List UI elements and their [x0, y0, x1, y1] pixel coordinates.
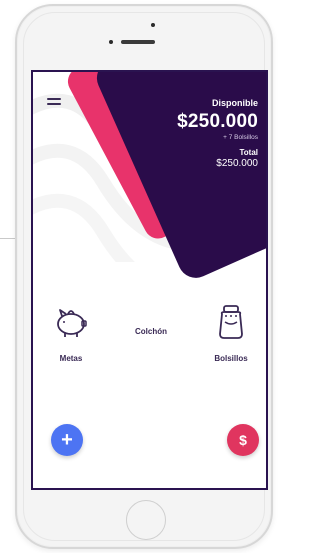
nav-label-colchon: Colchón: [135, 327, 167, 336]
add-button[interactable]: +: [51, 424, 83, 456]
plus-icon: +: [61, 429, 73, 451]
total-amount: $250.000: [216, 158, 258, 169]
money-button[interactable]: $: [227, 424, 259, 456]
menu-icon[interactable]: [47, 98, 61, 108]
dollar-icon: $: [239, 432, 247, 448]
nav-item-metas[interactable]: Metas: [41, 302, 101, 363]
phone-sensor: [109, 40, 113, 44]
jar-icon: [219, 305, 243, 339]
home-button[interactable]: [126, 500, 166, 540]
total-label: Total: [239, 148, 258, 157]
nav-label-bolsillos: Bolsillos: [214, 354, 248, 363]
phone-earpiece: [121, 40, 155, 44]
nav-item-colchon[interactable]: Colchón: [121, 327, 181, 336]
nav-label-metas: Metas: [59, 354, 83, 363]
pockets-note: + 7 Bolsillos: [223, 134, 258, 141]
piggy-bank-icon: [57, 309, 87, 337]
phone-camera: [151, 23, 155, 27]
available-label: Disponible: [211, 98, 258, 108]
app-screen: Disponible $250.000 + 7 Bolsillos Total …: [31, 70, 268, 490]
available-amount: $250.000: [177, 111, 258, 132]
balance-summary: Disponible $250.000 + 7 Bolsillos Total …: [128, 98, 258, 169]
nav-item-bolsillos[interactable]: Bolsillos: [201, 302, 261, 363]
